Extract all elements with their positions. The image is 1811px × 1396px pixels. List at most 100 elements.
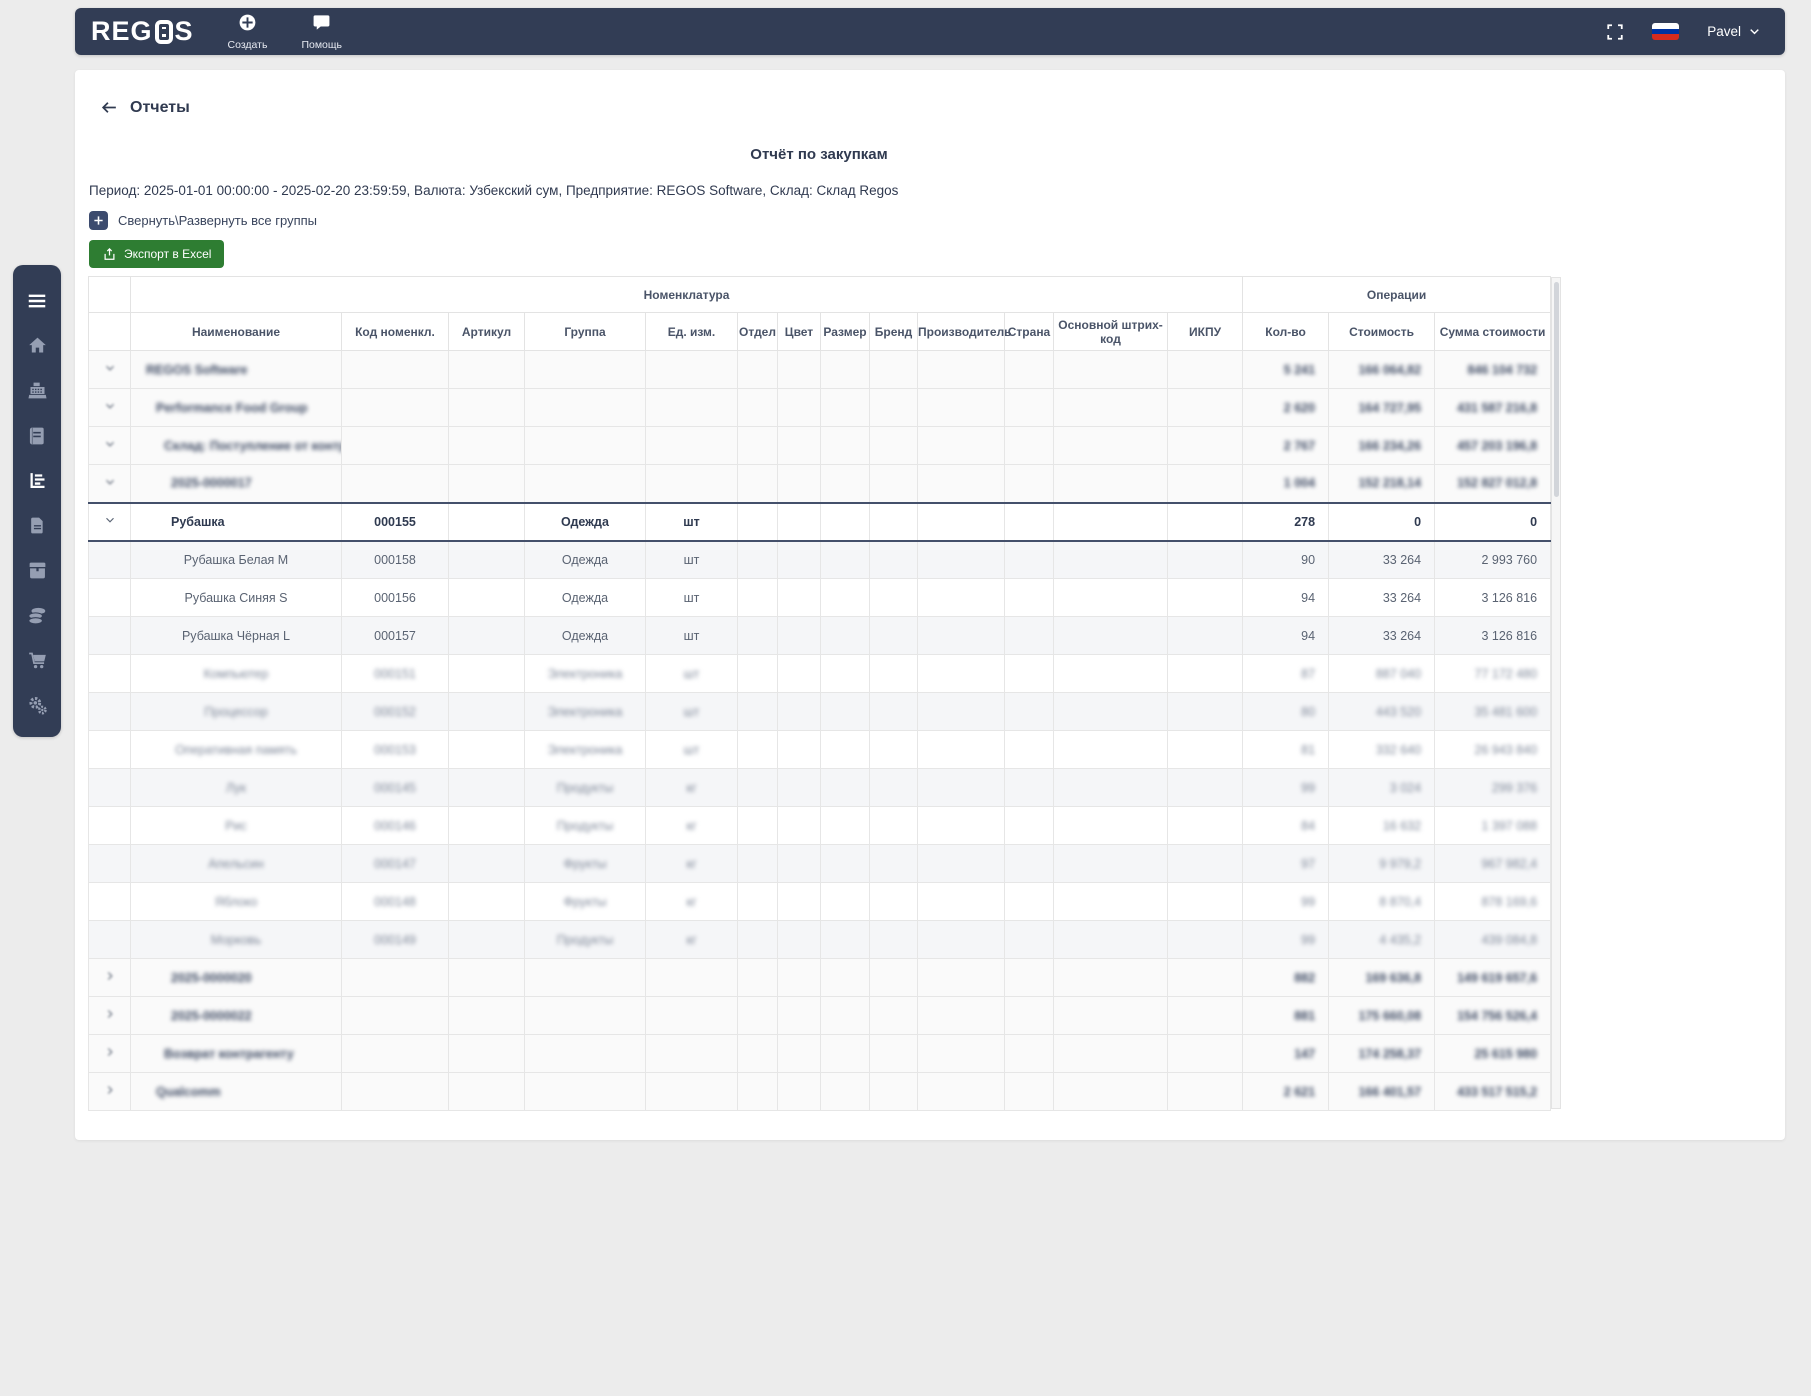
total-cost-cell: 457 203 196,8	[1434, 426, 1552, 465]
table-row[interactable]: Performance Food Group 2 620 164 727,95 431…	[88, 388, 1552, 427]
ikpu-cell	[1166, 350, 1244, 389]
color-cell	[777, 350, 821, 389]
table-row[interactable]: Qualcomm 2 621 166 401,57 433 517 515,2	[88, 1072, 1552, 1111]
total-cost-cell: 439 084,8	[1434, 920, 1552, 959]
brand-cell	[869, 844, 918, 883]
language-flag-russia[interactable]	[1652, 23, 1680, 40]
export-excel-button[interactable]: Экспорт в Excel	[89, 240, 225, 268]
row-expander[interactable]	[88, 501, 131, 542]
back-link[interactable]: Отчеты	[100, 98, 190, 117]
table-row[interactable]: Яблоко 000148 Фрукты кг 99 8 870,4 878 169,6	[88, 882, 1552, 921]
user-menu[interactable]: Pavel	[1707, 24, 1761, 39]
table-row[interactable]: 2025-0000020 882 169 636,8 149 619 657,6	[88, 958, 1552, 997]
column-header-name[interactable]: Наименование	[130, 312, 342, 351]
column-header-brand[interactable]: Бренд	[869, 312, 918, 351]
total-cost-cell: 846 104 732	[1434, 350, 1552, 389]
column-header-color[interactable]: Цвет	[777, 312, 821, 351]
unit-cell: шт	[645, 501, 738, 542]
row-expander[interactable]	[88, 464, 131, 503]
table-scrollbar-thumb[interactable]	[1553, 282, 1559, 497]
country-cell	[1004, 388, 1054, 427]
sidebar-item-documents[interactable]	[13, 503, 61, 548]
column-header-manufacturer[interactable]: Производитель	[917, 312, 1012, 351]
table-row[interactable]: Возврат контрагенту 147 174 258,37 25 615 9…	[88, 1034, 1552, 1073]
sidebar-item-cash-register[interactable]	[13, 368, 61, 413]
row-expander-empty	[88, 578, 131, 617]
item-name-cell: Оперативная память	[130, 730, 342, 769]
table-row[interactable]: Апельсин 000147 Фрукты кг 97 9 979,2 967 982,4	[88, 844, 1552, 883]
manufacturer-cell	[917, 464, 1005, 503]
size-cell	[820, 540, 870, 579]
articul-cell	[448, 768, 525, 807]
sidebar-item-purchases[interactable]	[13, 638, 61, 683]
chevron-down-icon	[103, 478, 117, 492]
column-header-code[interactable]: Код номенкл.	[341, 312, 449, 351]
toggle-all-groups-button[interactable]: Свернуть\Развернуть все группы	[89, 211, 317, 230]
barcode-cell	[1053, 730, 1168, 769]
help-button[interactable]: Помощь	[301, 13, 342, 51]
table-scrollbar[interactable]	[1551, 277, 1561, 1109]
sidebar-item-finance[interactable]	[13, 593, 61, 638]
country-cell	[1004, 578, 1054, 617]
ikpu-cell	[1166, 426, 1244, 465]
row-expander[interactable]	[88, 996, 131, 1035]
regos-logo[interactable]: REG S	[91, 16, 194, 47]
table-row[interactable]: Рубашка 000155 Одежда шт 278 0 0	[88, 501, 1552, 542]
table-row[interactable]: Оперативная память 000153 Электроника шт 81 3…	[88, 730, 1552, 769]
cost-cell: 169 636,8	[1328, 958, 1436, 997]
item-code-cell: 000145	[341, 768, 449, 807]
row-expander[interactable]	[88, 350, 131, 389]
fullscreen-icon[interactable]	[1606, 23, 1624, 41]
column-header-unit[interactable]: Ед. изм.	[645, 312, 738, 351]
table-row[interactable]: Рис 000146 Продукты кг 84 16 632 1 397 088	[88, 806, 1552, 845]
column-header-group[interactable]: Группа	[524, 312, 646, 351]
brand-cell	[869, 501, 918, 542]
table-row[interactable]: Рубашка Чёрная L 000157 Одежда шт 94 33 264 3 …	[88, 616, 1552, 655]
ikpu-cell	[1166, 616, 1244, 655]
sidebar-item-products[interactable]	[13, 548, 61, 593]
table-row[interactable]: Компьютер 000151 Электроника шт 87 887 040 77 …	[88, 654, 1552, 693]
table-row[interactable]: Склад: Поступление от контрагента 2 76716…	[88, 426, 1552, 465]
sidebar-item-settings[interactable]	[13, 683, 61, 728]
row-expander[interactable]	[88, 426, 131, 465]
sidebar-item-menu[interactable]	[13, 278, 61, 323]
column-header-articul[interactable]: Артикул	[448, 312, 525, 351]
column-header-total-cost[interactable]: Сумма стоимости	[1434, 312, 1552, 351]
brand-cell	[869, 388, 918, 427]
column-header-qty[interactable]: Кол-во	[1242, 312, 1330, 351]
brand-cell	[869, 464, 918, 503]
manufacturer-cell	[917, 768, 1005, 807]
table-row[interactable]: Морковь 000149 Продукты кг 99 4 435,2 439 084,…	[88, 920, 1552, 959]
row-expander[interactable]	[88, 388, 131, 427]
create-button[interactable]: Создать	[228, 13, 267, 51]
item-code-cell: 000158	[341, 540, 449, 579]
row-expander[interactable]	[88, 1072, 131, 1111]
articul-cell	[448, 578, 525, 617]
table-row[interactable]: REGOS Software 5 241 166 064,82 846 104 732	[88, 350, 1552, 389]
table-row[interactable]: 2025-0000017 1 004 152 218,14 152 827 012,8	[88, 464, 1552, 503]
column-header-country[interactable]: Страна	[1004, 312, 1054, 351]
brand-cell	[869, 958, 918, 997]
qty-cell: 278	[1242, 501, 1330, 542]
manufacturer-cell	[917, 958, 1005, 997]
column-header-cost[interactable]: Стоимость	[1328, 312, 1436, 351]
sidebar-item-reports[interactable]	[13, 458, 61, 503]
row-expander-empty	[88, 920, 131, 959]
sidebar-item-journal[interactable]	[13, 413, 61, 458]
table-row[interactable]: Рубашка Синяя S 000156 Одежда шт 94 33 264 3 1…	[88, 578, 1552, 617]
item-code-cell	[341, 426, 449, 465]
column-header-size[interactable]: Размер	[820, 312, 870, 351]
table-row[interactable]: Рубашка Белая М 000158 Одежда шт 90 33 264 2 9…	[88, 540, 1552, 579]
column-header-department[interactable]: Отдел	[737, 312, 778, 351]
table-row[interactable]: Лук 000145 Продукты кг 99 3 024 299 376	[88, 768, 1552, 807]
row-expander[interactable]	[88, 958, 131, 997]
department-cell	[737, 996, 778, 1035]
column-header-barcode[interactable]: Основной штрих-код	[1053, 312, 1168, 351]
column-header-ikpu[interactable]: ИКПУ	[1166, 312, 1244, 351]
qty-cell: 94	[1242, 578, 1330, 617]
row-expander[interactable]	[88, 1034, 131, 1073]
table-row[interactable]: 2025-0000022 881 175 660,08 154 756 526,4	[88, 996, 1552, 1035]
table-row[interactable]: Процессор 000152 Электроника шт 80 443 520 35 …	[88, 692, 1552, 731]
sidebar-item-home[interactable]	[13, 323, 61, 368]
manufacturer-cell	[917, 501, 1005, 542]
